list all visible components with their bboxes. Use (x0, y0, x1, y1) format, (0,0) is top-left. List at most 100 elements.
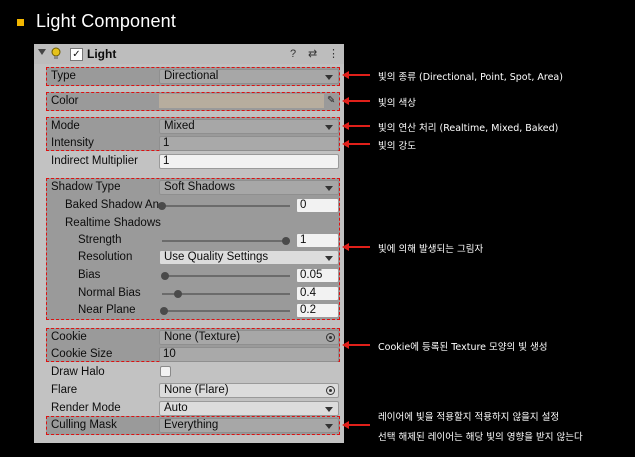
annotation-arrow-line (348, 344, 370, 346)
light-inspector: ✓ Light ? ⇄ ⋮ Type Directional Color ✎ M… (34, 44, 344, 443)
near-plane-value: 0.2 (300, 304, 316, 316)
bias-value: 0.05 (300, 269, 323, 281)
mode-value: Mixed (164, 120, 195, 132)
type-label: Type (51, 70, 76, 82)
mode-dropdown[interactable]: Mixed (159, 119, 339, 134)
flare-row: Flare None (Flare) (34, 382, 344, 400)
annotation-arrow-line (348, 125, 370, 127)
resolution-label: Resolution (78, 251, 133, 263)
shadow-type-dropdown[interactable]: Soft Shadows (159, 180, 339, 195)
slider-track[interactable] (162, 310, 290, 312)
resolution-value: Use Quality Settings (164, 251, 269, 263)
annotation-arrow-line (348, 143, 370, 145)
dropdown-arrow-icon (325, 407, 333, 412)
cookie-row: Cookie None (Texture) (34, 329, 344, 347)
shadow-annotation: 빛에 의해 발생되는 그림자 (378, 244, 484, 255)
flare-object-field[interactable]: None (Flare) (159, 383, 339, 398)
cookie-size-value: 10 (163, 348, 176, 360)
color-label: Color (51, 95, 79, 107)
normal-bias-value: 0.4 (300, 287, 316, 299)
intensity-annotation: 빛의 강도 (378, 141, 416, 152)
render-mode-value: Auto (164, 402, 188, 414)
annotation-arrow-line (348, 424, 370, 426)
mode-annotation: 빛의 연산 처리 (Realtime, Mixed, Baked) (378, 123, 559, 134)
strength-field[interactable]: 1 (296, 233, 339, 248)
eyedropper-icon[interactable]: ✎ (327, 94, 339, 108)
realtime-shadows-label: Realtime Shadows (65, 217, 161, 229)
shadow-type-value: Soft Shadows (164, 181, 235, 193)
intensity-row: Intensity 1 (34, 135, 344, 153)
dropdown-arrow-icon (325, 125, 333, 130)
slider-handle[interactable] (158, 202, 166, 210)
intensity-value: 1 (163, 137, 170, 149)
resolution-row: Resolution Use Quality Settings (34, 249, 344, 267)
render-mode-dropdown[interactable]: Auto (159, 401, 339, 416)
preset-icon[interactable]: ⇄ (308, 47, 317, 61)
render-mode-label: Render Mode (51, 402, 121, 414)
color-swatch[interactable] (159, 94, 324, 108)
baked-shadow-field[interactable]: 0 (296, 198, 339, 213)
slider-track[interactable] (162, 205, 290, 207)
context-menu-icon[interactable]: ⋮ (328, 47, 339, 61)
object-picker-icon[interactable] (326, 386, 335, 395)
slider-handle[interactable] (161, 272, 170, 280)
slider-handle[interactable] (174, 290, 183, 298)
flare-value: None (Flare) (164, 384, 229, 396)
cookie-annotation: Cookie에 등록된 Texture 모양의 빛 생성 (378, 342, 548, 353)
slider-handle[interactable] (282, 237, 290, 245)
culling-mask-label: Culling Mask (51, 419, 117, 431)
color-annotation: 빛의 색상 (378, 98, 416, 109)
near-plane-field[interactable]: 0.2 (296, 303, 339, 318)
shadow-type-label: Shadow Type (51, 181, 121, 193)
annotation-arrow-line (348, 246, 370, 248)
cookie-value: None (Texture) (164, 331, 241, 343)
baked-shadow-row: Baked Shadow An 0 (34, 197, 344, 215)
strength-value: 1 (300, 234, 307, 246)
shadow-type-row: Shadow Type Soft Shadows (34, 179, 344, 197)
culling-annotation-line1: 레이어에 빛을 적용할지 적용하지 않을지 설정 (378, 412, 560, 423)
resolution-dropdown[interactable]: Use Quality Settings (159, 250, 339, 265)
baked-shadow-label: Baked Shadow An (65, 199, 159, 211)
realtime-shadows-row: Realtime Shadows (34, 215, 344, 233)
light-bulb-icon (51, 47, 61, 59)
cookie-object-field[interactable]: None (Texture) (159, 330, 339, 345)
intensity-field[interactable]: 1 (159, 136, 339, 151)
cookie-label: Cookie (51, 331, 87, 343)
object-picker-icon[interactable] (326, 333, 335, 342)
foldout-arrow-icon[interactable] (38, 49, 46, 55)
slider-handle[interactable] (160, 307, 169, 315)
slider-track[interactable] (162, 275, 290, 277)
indirect-row: Indirect Multiplier 1 (34, 153, 344, 171)
strength-row: Strength 1 (34, 232, 344, 250)
indirect-field[interactable]: 1 (159, 154, 339, 169)
normal-bias-row: Normal Bias 0.4 (34, 285, 344, 303)
render-mode-row: Render Mode Auto (34, 400, 344, 418)
title-bullet (17, 19, 24, 26)
normal-bias-label: Normal Bias (78, 287, 141, 299)
help-icon[interactable]: ? (290, 47, 296, 61)
flare-label: Flare (51, 384, 78, 396)
component-header[interactable]: ✓ Light ? ⇄ ⋮ (34, 44, 344, 64)
cookie-size-field[interactable]: 10 (159, 347, 339, 362)
slider-track[interactable] (162, 240, 290, 242)
draw-halo-checkbox[interactable] (160, 366, 171, 377)
culling-annotation-line2: 선택 해제된 레이어는 해당 빛의 영향을 받지 않는다 (378, 432, 583, 443)
normal-bias-field[interactable]: 0.4 (296, 286, 339, 301)
annotation-arrow-line (348, 100, 370, 102)
dropdown-arrow-icon (325, 75, 333, 80)
component-title: Light (87, 47, 117, 61)
mode-label: Mode (51, 120, 80, 132)
type-row: Type Directional (34, 68, 344, 86)
dropdown-arrow-icon (325, 256, 333, 261)
baked-shadow-value: 0 (300, 199, 307, 211)
intensity-label: Intensity (51, 137, 94, 149)
culling-mask-dropdown[interactable]: Everything (159, 418, 339, 433)
type-dropdown[interactable]: Directional (159, 69, 339, 84)
bias-label: Bias (78, 269, 101, 281)
slide-title: Light Component (36, 11, 177, 31)
enabled-checkbox[interactable]: ✓ (70, 48, 83, 61)
bias-field[interactable]: 0.05 (296, 268, 339, 283)
mode-row: Mode Mixed (34, 118, 344, 136)
color-row: Color ✎ (34, 93, 344, 111)
bias-row: Bias 0.05 (34, 267, 344, 285)
